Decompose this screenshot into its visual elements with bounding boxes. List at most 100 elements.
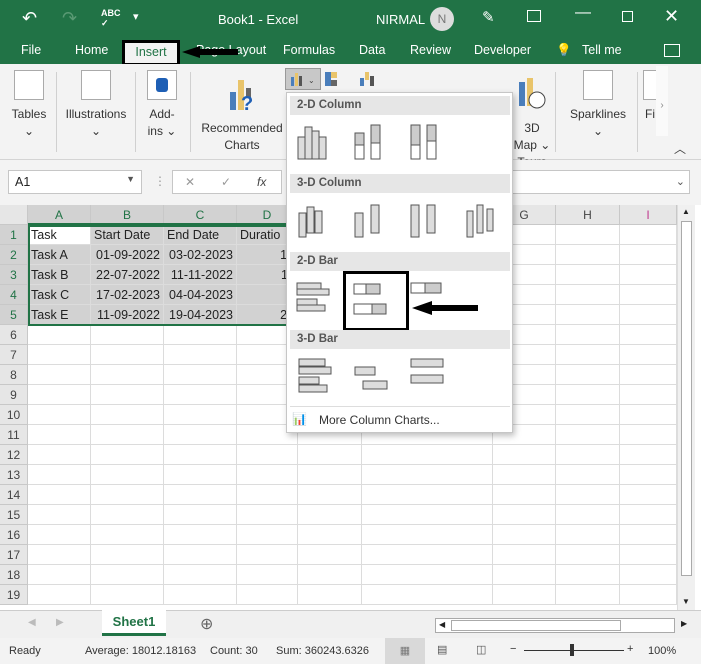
cell[interactable] [556,465,620,485]
cell[interactable] [620,425,677,445]
cell[interactable] [28,405,91,425]
cell[interactable] [28,465,91,485]
cell[interactable] [362,545,493,565]
row-header[interactable]: 12 [0,445,28,465]
cell[interactable] [237,445,298,465]
3d-clustered-column-option[interactable] [293,197,337,241]
tab-home[interactable]: Home [75,43,108,57]
comments-icon[interactable] [664,44,680,57]
cell[interactable] [164,385,237,405]
cell[interactable] [556,565,620,585]
sparklines-button[interactable]: Sparklines ⌄ [564,64,632,140]
row-header[interactable]: 4 [0,285,28,305]
insert-function-icon[interactable]: fx [257,175,266,189]
cell[interactable] [164,585,237,605]
3d-100-stacked-column-option[interactable] [405,197,449,241]
cell[interactable] [298,585,362,605]
cell[interactable] [28,345,91,365]
cell[interactable] [164,545,237,565]
cell[interactable] [362,465,493,485]
scroll-up-icon[interactable]: ▲ [682,207,690,216]
cell[interactable]: 11-09-2022 [91,305,164,325]
row-header[interactable]: 7 [0,345,28,365]
100-stacked-column-option[interactable] [405,119,449,163]
cell[interactable] [237,525,298,545]
cell[interactable] [620,225,677,245]
row-header[interactable]: 18 [0,565,28,585]
page-layout-view-button[interactable]: ▤ [437,643,447,656]
cell[interactable] [164,485,237,505]
column-header-h[interactable]: H [556,205,620,225]
cell[interactable] [28,565,91,585]
cell[interactable] [620,385,677,405]
cell[interactable] [493,505,556,525]
enter-icon[interactable]: ✓ [221,175,231,189]
zoom-slider-thumb[interactable] [570,644,574,656]
minimize-icon[interactable]: — [575,4,591,22]
column-header-i[interactable]: I [620,205,677,225]
cell[interactable]: End Date [164,225,237,245]
cell[interactable] [620,585,677,605]
cell[interactable] [620,345,677,365]
horizontal-scrollbar[interactable]: ◀ [435,618,675,633]
cell[interactable] [620,445,677,465]
cell[interactable] [362,445,493,465]
row-header[interactable]: 9 [0,385,28,405]
cell[interactable] [28,545,91,565]
row-header[interactable]: 14 [0,485,28,505]
cancel-icon[interactable]: ✕ [185,175,195,189]
tab-developer[interactable]: Developer [474,43,531,57]
3d-stacked-column-option[interactable] [349,197,393,241]
cell[interactable] [28,525,91,545]
avatar[interactable]: N [430,7,454,31]
3d-map-button[interactable]: 3DMap ⌄Tours [512,64,552,171]
cell[interactable] [298,485,362,505]
row-header[interactable]: 3 [0,265,28,285]
cell[interactable]: Task A [28,245,91,265]
3d-stacked-bar-option[interactable] [349,353,393,397]
cell[interactable] [493,585,556,605]
cell[interactable]: Start Date [91,225,164,245]
cell[interactable] [298,465,362,485]
undo-icon[interactable]: ↶ [22,8,37,29]
cell[interactable] [237,465,298,485]
name-box[interactable]: A1 ▼ [8,170,142,194]
cell[interactable] [493,525,556,545]
cell[interactable] [362,485,493,505]
3d-100-stacked-bar-option[interactable] [405,353,449,397]
cell[interactable] [298,565,362,585]
row-header[interactable]: 17 [0,545,28,565]
tab-insert[interactable]: Insert [122,40,180,66]
cell[interactable] [362,585,493,605]
collapse-ribbon-icon[interactable]: ︿ [674,140,686,157]
pen-icon[interactable]: ✎ [482,8,495,26]
cell[interactable] [298,445,362,465]
cell[interactable] [620,285,677,305]
cell[interactable] [620,325,677,345]
cell[interactable] [91,565,164,585]
cell[interactable] [493,445,556,465]
row-header[interactable]: 6 [0,325,28,345]
cell[interactable] [620,485,677,505]
row-header[interactable]: 13 [0,465,28,485]
row-header[interactable]: 11 [0,425,28,445]
scroll-thumb[interactable] [681,221,692,576]
3d-column-option[interactable] [461,197,505,241]
cell[interactable] [556,225,620,245]
cell[interactable] [620,245,677,265]
cell[interactable]: 01-09-2022 [91,245,164,265]
drag-handle-icon[interactable]: ⋮ [154,174,166,188]
tables-button[interactable]: Tables ⌄ [8,64,50,140]
cell[interactable] [28,485,91,505]
cell[interactable] [91,525,164,545]
page-break-view-button[interactable]: ◫ [476,643,486,656]
cell[interactable]: Task B [28,265,91,285]
cell[interactable] [620,545,677,565]
more-column-charts-link[interactable]: 📊 More Column Charts... [290,409,510,431]
cell[interactable] [556,485,620,505]
prev-sheet-icon[interactable]: ◀ [28,617,36,628]
cell[interactable] [556,345,620,365]
cell[interactable] [28,445,91,465]
cell[interactable] [620,305,677,325]
cell[interactable] [164,365,237,385]
